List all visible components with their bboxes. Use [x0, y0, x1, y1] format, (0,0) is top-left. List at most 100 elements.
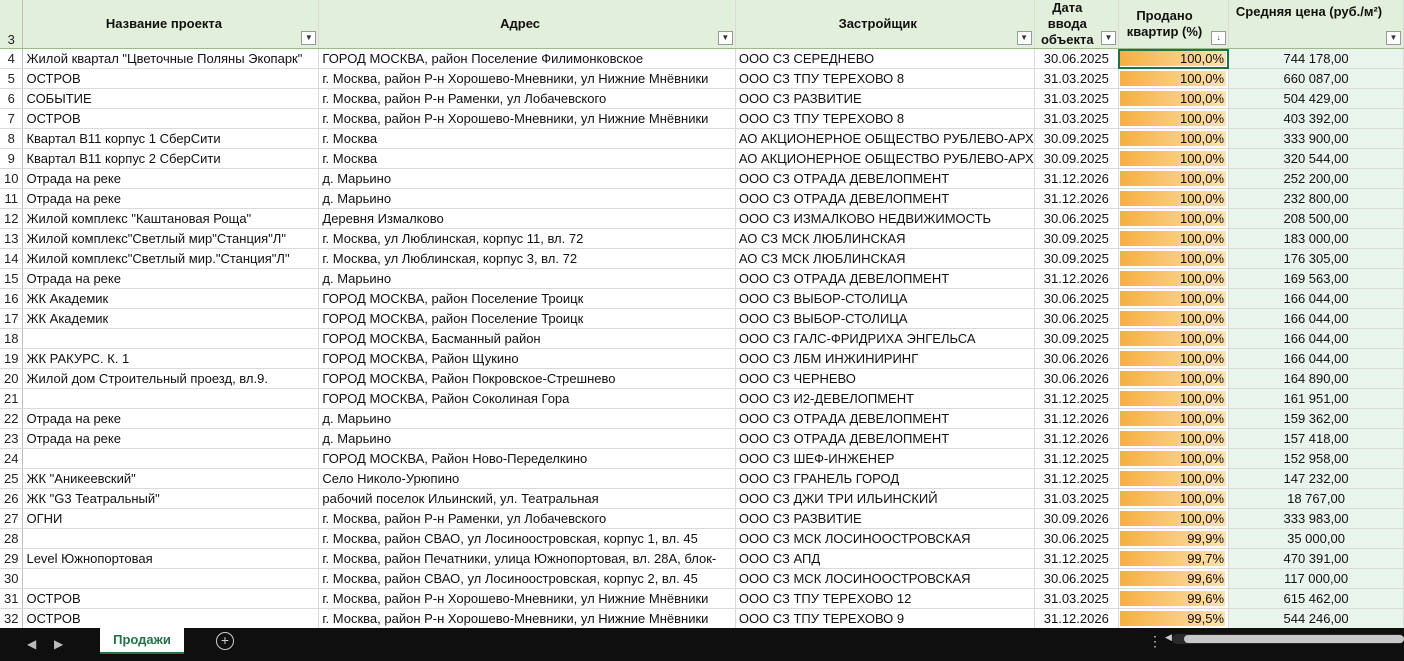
row-number[interactable]: 21	[0, 388, 24, 409]
cell-developer[interactable]: АО АКЦИОНЕРНОЕ ОБЩЕСТВО РУБЛЕВО-АРХ	[735, 128, 1035, 149]
cell-sold-percent[interactable]: 100,0%	[1118, 328, 1230, 349]
cell-address[interactable]: д. Марьино	[318, 268, 736, 289]
cell-date[interactable]: 31.12.2026	[1034, 268, 1119, 289]
row-number[interactable]: 16	[0, 288, 24, 309]
cell-developer[interactable]: ООО СЗ ОТРАДА ДЕВЕЛОПМЕНТ	[735, 428, 1035, 449]
cell-address[interactable]: д. Марьино	[318, 188, 736, 209]
cell-address[interactable]: г. Москва, ул Люблинская, корпус 11, вл.…	[318, 228, 736, 249]
cell-address[interactable]: г. Москва, район Р-н Хорошево-Мневники, …	[318, 608, 736, 628]
cell-project-name[interactable]: ОСТРОВ	[22, 588, 320, 609]
cell-project-name[interactable]: СОБЫТИЕ	[22, 88, 320, 109]
cell-address[interactable]: д. Марьино	[318, 428, 736, 449]
cell-date[interactable]: 31.12.2026	[1034, 168, 1119, 189]
cell-average-price[interactable]: 403 392,00	[1228, 108, 1404, 129]
cell-project-name[interactable]: ЖК РАКУРС. К. 1	[22, 348, 320, 369]
cell-average-price[interactable]: 544 246,00	[1228, 608, 1404, 628]
cell-address[interactable]: ГОРОД МОСКВА, Район Соколиная Гора	[318, 388, 736, 409]
cell-address[interactable]: ГОРОД МОСКВА, Басманный район	[318, 328, 736, 349]
cell-address[interactable]: г. Москва, район Р-н Раменки, ул Лобачев…	[318, 88, 736, 109]
cell-sold-percent[interactable]: 100,0%	[1118, 128, 1230, 149]
cell-average-price[interactable]: 183 000,00	[1228, 228, 1404, 249]
cell-date[interactable]: 31.12.2025	[1034, 448, 1119, 469]
cell-average-price[interactable]: 252 200,00	[1228, 168, 1404, 189]
scrollbar-thumb[interactable]	[1184, 635, 1404, 643]
cell-address[interactable]: Деревня Измалково	[318, 208, 736, 229]
cell-date[interactable]: 30.06.2025	[1034, 288, 1119, 309]
cell-sold-percent[interactable]: 100,0%	[1118, 448, 1230, 469]
cell-date[interactable]: 30.06.2025	[1034, 48, 1119, 69]
cell-developer[interactable]: ООО СЗ АПД	[735, 548, 1035, 569]
cell-date[interactable]: 30.06.2025	[1034, 308, 1119, 329]
cell-project-name[interactable]	[22, 448, 320, 469]
cell-date[interactable]: 31.12.2025	[1034, 388, 1119, 409]
row-number[interactable]: 32	[0, 608, 24, 628]
cell-address[interactable]: г. Москва, район Печатники, улица Южнопо…	[318, 548, 736, 569]
cell-developer[interactable]: ООО СЗ ТПУ ТЕРЕХОВО 12	[735, 588, 1035, 609]
cell-address[interactable]: г. Москва, район Р-н Раменки, ул Лобачев…	[318, 508, 736, 529]
cell-address[interactable]: г. Москва, район СВАО, ул Лосиноостровск…	[318, 568, 736, 589]
cell-sold-percent[interactable]: 100,0%	[1118, 68, 1230, 89]
row-number[interactable]: 5	[0, 68, 24, 89]
plus-circle-icon[interactable]: +	[216, 632, 234, 650]
cell-average-price[interactable]: 164 890,00	[1228, 368, 1404, 389]
row-number[interactable]: 29	[0, 548, 24, 569]
cell-developer[interactable]: АО АКЦИОНЕРНОЕ ОБЩЕСТВО РУБЛЕВО-АРХ	[735, 148, 1035, 169]
cell-address[interactable]: г. Москва	[318, 148, 736, 169]
cell-developer[interactable]: ООО СЗ ВЫБОР-СТОЛИЦА	[735, 288, 1035, 309]
row-number[interactable]: 13	[0, 228, 24, 249]
cell-date[interactable]: 31.03.2025	[1034, 588, 1119, 609]
row-number[interactable]: 11	[0, 188, 24, 209]
cell-project-name[interactable]	[22, 528, 320, 549]
cell-date[interactable]: 30.09.2025	[1034, 328, 1119, 349]
row-number[interactable]: 30	[0, 568, 24, 589]
cell-date[interactable]: 31.12.2026	[1034, 188, 1119, 209]
cell-project-name[interactable]: Отрада на реке	[22, 408, 320, 429]
cell-date[interactable]: 30.09.2025	[1034, 248, 1119, 269]
cell-date[interactable]: 31.03.2025	[1034, 68, 1119, 89]
cell-project-name[interactable]: ЖК Академик	[22, 288, 320, 309]
cell-project-name[interactable]: Жилой квартал "Цветочные Поляны Экопарк"	[22, 48, 320, 69]
cell-developer[interactable]: ООО СЗ ЛБМ ИНЖИНИРИНГ	[735, 348, 1035, 369]
row-number[interactable]: 9	[0, 148, 24, 169]
row-number[interactable]: 28	[0, 528, 24, 549]
cell-date[interactable]: 31.12.2025	[1034, 548, 1119, 569]
cell-average-price[interactable]: 166 044,00	[1228, 348, 1404, 369]
cell-date[interactable]: 30.06.2025	[1034, 208, 1119, 229]
cell-date[interactable]: 31.03.2025	[1034, 88, 1119, 109]
row-number[interactable]: 10	[0, 168, 24, 189]
cell-average-price[interactable]: 208 500,00	[1228, 208, 1404, 229]
cell-project-name[interactable]: Квартал В11 корпус 2 СберСити	[22, 148, 320, 169]
cell-sold-percent[interactable]: 100,0%	[1118, 208, 1230, 229]
cell-average-price[interactable]: 333 983,00	[1228, 508, 1404, 529]
cell-developer[interactable]: ООО СЗ ОТРАДА ДЕВЕЛОПМЕНТ	[735, 268, 1035, 289]
cell-project-name[interactable]: ОГНИ	[22, 508, 320, 529]
filter-dropdown-icon[interactable]: ▼	[1386, 31, 1401, 45]
cell-sold-percent[interactable]: 100,0%	[1118, 168, 1230, 189]
cell-developer[interactable]: ООО СЗ ОТРАДА ДЕВЕЛОПМЕНТ	[735, 188, 1035, 209]
cell-sold-percent[interactable]: 100,0%	[1118, 108, 1230, 129]
cell-project-name[interactable]: ОСТРОВ	[22, 108, 320, 129]
cell-developer[interactable]: ООО СЗ ГРАНЕЛЬ ГОРОД	[735, 468, 1035, 489]
row-number[interactable]: 6	[0, 88, 24, 109]
cell-sold-percent[interactable]: 100,0%	[1118, 348, 1230, 369]
row-number[interactable]: 12	[0, 208, 24, 229]
cell-average-price[interactable]: 117 000,00	[1228, 568, 1404, 589]
cell-sold-percent[interactable]: 100,0%	[1118, 148, 1230, 169]
cell-developer[interactable]: ООО СЗ И2-ДЕВЕЛОПМЕНТ	[735, 388, 1035, 409]
cell-average-price[interactable]: 660 087,00	[1228, 68, 1404, 89]
cell-sold-percent[interactable]: 99,7%	[1118, 548, 1230, 569]
cell-developer[interactable]: ООО СЗ МСК ЛОСИНООСТРОВСКАЯ	[735, 528, 1035, 549]
cell-sold-percent[interactable]: 100,0%	[1118, 408, 1230, 429]
row-number[interactable]: 24	[0, 448, 24, 469]
cell-developer[interactable]: АО СЗ МСК ЛЮБЛИНСКАЯ	[735, 248, 1035, 269]
row-number[interactable]: 25	[0, 468, 24, 489]
row-number[interactable]: 19	[0, 348, 24, 369]
chevron-right-icon[interactable]: ▶	[54, 637, 63, 651]
cell-date[interactable]: 31.12.2026	[1034, 428, 1119, 449]
cell-developer[interactable]: ООО СЗ ИЗМАЛКОВО НЕДВИЖИМОСТЬ	[735, 208, 1035, 229]
cell-date[interactable]: 30.06.2026	[1034, 348, 1119, 369]
cell-average-price[interactable]: 152 958,00	[1228, 448, 1404, 469]
cell-project-name[interactable]: Жилой дом Строительный проезд, вл.9.	[22, 368, 320, 389]
cell-project-name[interactable]: Жилой комплекс"Светлый мир."Станция"Л"	[22, 248, 320, 269]
cell-developer[interactable]: ООО СЗ ТПУ ТЕРЕХОВО 8	[735, 108, 1035, 129]
